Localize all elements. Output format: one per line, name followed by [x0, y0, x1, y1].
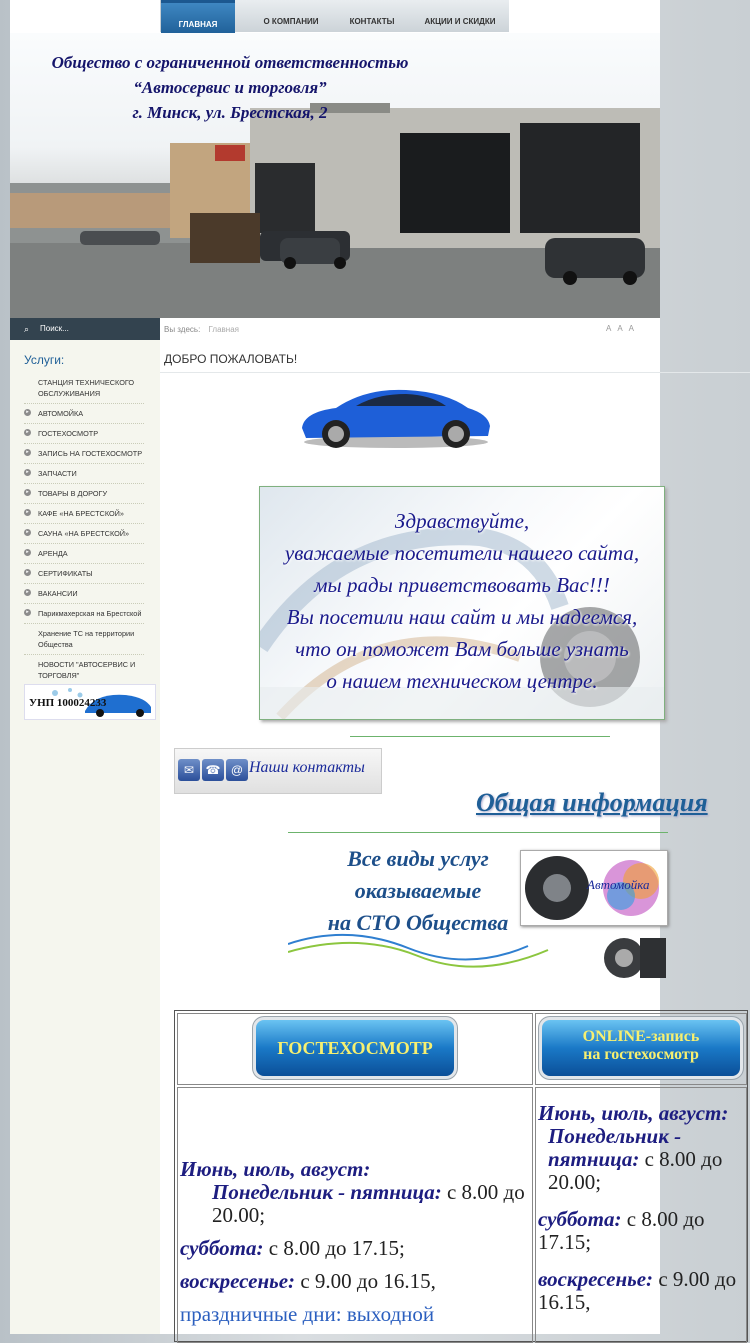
arrow-icon: ▸ [24, 469, 31, 476]
banner-title-line1: Общество с ограниченной ответственностью [51, 53, 409, 72]
divider [160, 372, 750, 373]
table-cell: ONLINE-запись на гостехосмотр [535, 1013, 747, 1085]
arrow-icon: ▸ [24, 569, 31, 576]
saturday-label: суббота: [538, 1207, 622, 1231]
page: ГЛАВНАЯ О КОМПАНИИ КОНТАКТЫ АКЦИИ И СКИД… [10, 0, 750, 1343]
top-nav: ГЛАВНАЯ О КОМПАНИИ КОНТАКТЫ АКЦИИ И СКИД… [160, 0, 509, 35]
inspection-button[interactable]: ГОСТЕХОСМОТР [256, 1020, 454, 1076]
tab-contacts[interactable]: КОНТАКТЫ [337, 0, 407, 32]
schedule-months: Июнь, июль, август: [180, 1157, 371, 1181]
greeting-line3: мы рады приветствовать Вас!!! [314, 573, 610, 597]
contacts-button-label: Наши контакты [249, 759, 365, 776]
services-title: Услуги: [24, 353, 65, 367]
service-item-road-goods[interactable]: ▸ ТОВАРЫ В ДОРОГУ [24, 484, 144, 504]
breadcrumb-prefix: Вы здесь: [164, 325, 201, 334]
unp-badge: УНП 100024233 [24, 684, 156, 720]
online-booking-line1: ONLINE-запись [582, 1028, 700, 1045]
service-item-certificates[interactable]: ▸ СЕРТИФИКАТЫ [24, 564, 144, 584]
sunday-label: воскресенье: [180, 1269, 296, 1293]
sunday-label: воскресенье: [538, 1267, 654, 1291]
general-info-link[interactable]: Общая информация [476, 788, 708, 818]
services-menu: СТАНЦИЯ ТЕХНИЧЕСКОГО ОБСЛУЖИВАНИЯ ▸ АВТОМ… [24, 373, 144, 686]
service-item-parts[interactable]: ▸ ЗАПЧАСТИ [24, 464, 144, 484]
breadcrumb-current[interactable]: Главная [209, 325, 239, 334]
greeting-line2: уважаемые посетители нашего сайта, [284, 541, 640, 565]
service-item-inspection-booking[interactable]: ▸ ЗАПИСЬ НА ГОСТЕХОСМОТР [24, 444, 144, 464]
arrow-icon: ▸ [24, 529, 31, 536]
search-input[interactable]: Поиск... [40, 318, 69, 340]
online-booking-button[interactable]: ONLINE-запись на гостехосмотр [542, 1020, 740, 1076]
holidays-text: праздничные дни: выходной [180, 1302, 435, 1326]
service-item-cafe[interactable]: ▸ КАФЕ «НА БРЕСТСКОЙ» [24, 504, 144, 524]
building-photo [10, 103, 660, 318]
arrow-icon: ▸ [24, 609, 31, 616]
service-item-sauna[interactable]: ▸ САУНА «НА БРЕСТСКОЙ» [24, 524, 144, 544]
saturday-time: с 8.00 до 17.15; [263, 1236, 405, 1260]
weekdays-label: Понедельник - пятница: [212, 1180, 442, 1204]
schedule-right: Июнь, июль, август: Понедельник - пятниц… [538, 1102, 742, 1314]
greeting-box: Здравствуйте, уважаемые посетители нашег… [259, 486, 665, 720]
mail-icon: ✉ [178, 759, 200, 781]
service-item-inspection[interactable]: ▸ ГОСТЕХОСМОТР [24, 424, 144, 444]
contacts-button[interactable]: ✉ ☎ @ Наши контакты [174, 748, 382, 794]
tab-promotions[interactable]: АКЦИИ И СКИДКИ [411, 0, 509, 32]
table-cell: ГОСТЕХОСМОТР [177, 1013, 533, 1085]
unp-number: УНП 100024233 [29, 697, 107, 709]
tab-about[interactable]: О КОМПАНИИ [245, 0, 337, 32]
arrow-icon: ▸ [24, 429, 31, 436]
font-size-controls[interactable]: AAA [606, 324, 640, 333]
banner-title-line3: г. Минск, ул. Брестская, 2 [132, 103, 328, 122]
main-content: Вы здесь: Главная AAA ДОБРО ПОЖАЛОВАТЬ! … [160, 318, 750, 1343]
saturday-label: суббота: [180, 1236, 264, 1260]
table-cell: Июнь, июль, август: Понедельник - пятниц… [177, 1087, 533, 1343]
sunday-time: с 9.00 до 16.15, [295, 1269, 436, 1293]
service-item-storage[interactable]: Хранение ТС на территории Общества [24, 624, 144, 655]
greeting-line5: что он поможет Вам больше узнать [295, 637, 629, 661]
blue-car-image [302, 389, 490, 448]
search-box[interactable]: ⌕ Поиск... [10, 318, 160, 340]
at-icon: @ [226, 759, 248, 781]
greeting-line6: о нашем техническом центре. [326, 669, 598, 693]
online-booking-line2: на гостехосмотр [583, 1046, 699, 1063]
green-divider [350, 736, 610, 737]
banner-title-line2: “Автосервис и торговля” [133, 78, 327, 97]
greeting-line1: Здравствуйте, [394, 509, 530, 533]
phone-icon: ☎ [202, 759, 224, 781]
header-banner: Общество с ограниченной ответственностью… [10, 33, 660, 318]
arrow-icon: ▸ [24, 589, 31, 596]
service-item-barber[interactable]: ▸ Парикмахерская на Брестской [24, 604, 144, 624]
carwash-banner[interactable]: Автомойка [520, 850, 668, 926]
arrow-icon: ▸ [24, 509, 31, 516]
left-sidebar: ⌕ Поиск... Услуги: СТАНЦИЯ ТЕХНИЧЕСКОГО … [10, 318, 160, 1334]
arrow-icon: ▸ [24, 489, 31, 496]
table-cell: Июнь, июль, август: Понедельник - пятниц… [535, 1087, 747, 1343]
search-icon: ⌕ [24, 324, 30, 334]
greeting-line4: Вы посетили наш сайт и мы надеемся, [286, 605, 638, 629]
schedule-left: Июнь, июль, август: Понедельник - пятниц… [180, 1158, 528, 1326]
services-banner[interactable]: Все виды услуг оказываемые на СТО Общест… [288, 832, 668, 978]
arrow-icon: ▸ [24, 409, 31, 416]
service-item-rent[interactable]: ▸ АРЕНДА [24, 544, 144, 564]
service-item-vacancies[interactable]: ▸ ВАКАНСИИ [24, 584, 144, 604]
service-item-carwash[interactable]: ▸ АВТОМОЙКА [24, 404, 144, 424]
tab-main[interactable]: ГЛАВНАЯ [161, 0, 235, 35]
arrow-icon: ▸ [24, 549, 31, 556]
schedule-months: Июнь, июль, август: [538, 1101, 729, 1125]
schedule-table: ГОСТЕХОСМОТР ONLINE-запись на гостехосмо… [174, 1010, 748, 1343]
service-item-sto[interactable]: СТАНЦИЯ ТЕХНИЧЕСКОГО ОБСЛУЖИВАНИЯ [24, 373, 144, 404]
service-item-news[interactable]: НОВОСТИ "АВТОСЕРВИС И ТОРГОВЛЯ" [24, 655, 144, 686]
welcome-heading: ДОБРО ПОЖАЛОВАТЬ! [164, 352, 298, 366]
breadcrumb: Вы здесь: Главная [164, 325, 239, 334]
carwash-label: Автомойка [587, 877, 650, 892]
arrow-icon: ▸ [24, 449, 31, 456]
